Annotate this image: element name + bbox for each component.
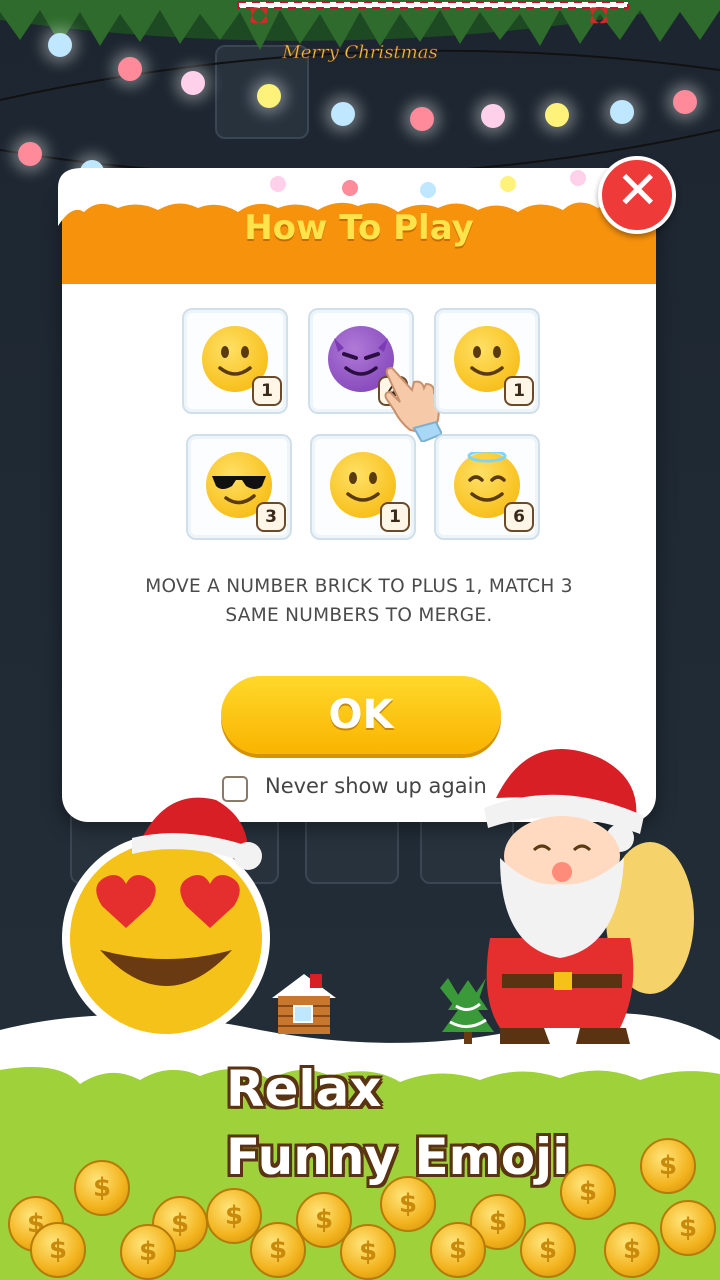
tutorial-cell: 4 [308,308,442,442]
gold-coin-icon [560,1164,616,1220]
gold-coin-icon [30,1222,86,1278]
tutorial-cell: 6 [434,434,540,540]
close-button[interactable]: ✕ [598,156,676,234]
instructions-text: MOVE A NUMBER BRICK TO PLUS 1, MATCH 3 S… [92,572,626,630]
instructions-line: SAME NUMBERS TO MERGE. [225,605,493,626]
heart-eyes-emoji-icon [62,797,270,1042]
gold-coin-icon [640,1138,696,1194]
light-bulb [118,57,142,81]
number-badge: 3 [256,502,286,532]
tutorial-grid: 1 4 1 3 1 6 [180,306,550,550]
number-badge: 6 [504,502,534,532]
number-badge: 1 [504,376,534,406]
instructions-line: MOVE A NUMBER BRICK TO PLUS 1, MATCH 3 [145,576,573,597]
light-bulb [48,33,72,57]
how-to-play-dialog: How To Play 1 4 1 3 1 6 MOVE A NUMBER BR… [58,168,660,822]
light-bulb [545,103,569,127]
light-bulb [481,104,505,128]
light-bulb [410,107,434,131]
gold-coin-icon [74,1160,130,1216]
tutorial-cell: 3 [186,434,292,540]
gold-coin-icon [380,1176,436,1232]
light-bulb [331,102,355,126]
close-icon: ✕ [616,161,660,221]
gold-coin-icon [120,1224,176,1280]
light-bulb [673,90,697,114]
gold-coin-icon [520,1222,576,1278]
light-bulb [257,84,281,108]
pointing-hand-icon [384,366,442,442]
tutorial-cell: 1 [434,308,540,414]
tutorial-cell: 1 [182,308,288,414]
dialog-title: How To Play [244,208,474,248]
tagline-line1: Relax [226,1060,382,1118]
light-bulb [610,100,634,124]
number-badge: 1 [252,376,282,406]
gold-coin-icon [250,1222,306,1278]
gold-coin-icon [340,1224,396,1280]
light-bulb [181,71,205,95]
christmas-tree-icon [442,980,494,1044]
cabin-icon [272,974,336,1034]
merry-christmas-banner: Merry Christmas [281,42,437,63]
number-badge: 1 [380,502,410,532]
tutorial-cell: 1 [310,434,416,540]
gold-coin-icon [430,1222,486,1278]
light-bulb [18,142,42,166]
gold-coin-icon [660,1200,716,1256]
gold-coin-icon [604,1222,660,1278]
